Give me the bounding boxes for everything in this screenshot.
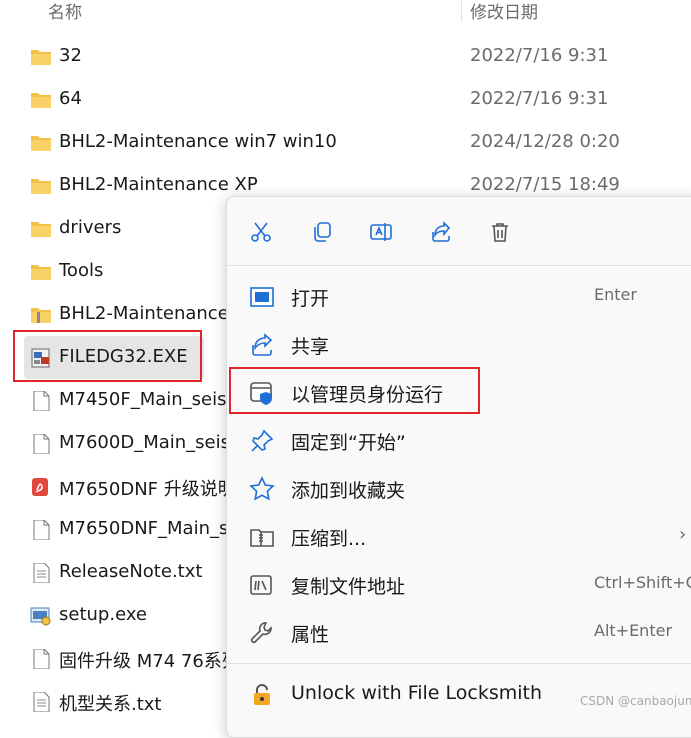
file-date: 2022/7/16 9:31 — [470, 88, 609, 109]
open-icon — [250, 287, 274, 307]
file-name: M7650DNF 升级说明 — [59, 479, 236, 500]
compress-icon — [250, 529, 274, 547]
file-name: setup.exe — [59, 604, 147, 625]
file-name: drivers — [59, 217, 122, 238]
delete-icon — [492, 223, 508, 242]
file-row[interactable]: 32 2022/7/16 9:31 — [0, 35, 691, 78]
share-button[interactable] — [424, 215, 458, 249]
annotation-box-file — [13, 330, 202, 382]
menu-shortcut: Alt+Enter — [594, 621, 673, 640]
file-date: 2022/7/15 18:49 — [470, 174, 620, 195]
menu-shortcut: Ctrl+Shift+C — [594, 573, 691, 592]
file-name: 64 — [59, 88, 82, 109]
menu-shortcut: Enter — [594, 285, 637, 304]
file-row[interactable]: BHL2-Maintenance win7 win10 2024/12/28 0… — [0, 121, 691, 164]
text-file-icon — [33, 563, 50, 583]
name-column-header[interactable]: 名称 — [48, 0, 82, 23]
cut-button[interactable] — [244, 215, 278, 249]
menu-item-add-to-favorites[interactable]: 添加到收藏夹 — [233, 466, 691, 510]
menu-item-pin-to-start[interactable]: 固定到“开始” — [233, 418, 691, 462]
menu-item-copy-path[interactable]: 复制文件地址 Ctrl+Shift+C — [233, 562, 691, 606]
column-divider[interactable] — [461, 0, 462, 22]
file-name: M7450F_Main_seis — [59, 389, 227, 410]
folder-icon — [31, 265, 51, 280]
file-name: BHL2-Maintenance XP — [59, 174, 258, 195]
chevron-right-icon: › — [679, 524, 687, 545]
menu-label: 属性 — [291, 624, 330, 646]
copy-icon — [314, 222, 331, 242]
file-date: 2024/12/28 0:20 — [470, 131, 620, 152]
folder-icon — [31, 179, 51, 194]
copy-button[interactable] — [305, 215, 339, 249]
share-icon — [432, 221, 451, 242]
copy-path-icon — [250, 575, 272, 595]
menu-item-compress-to[interactable]: 压缩到... › — [233, 514, 691, 558]
star-icon — [249, 476, 275, 501]
file-row[interactable]: 64 2022/7/16 9:31 — [0, 78, 691, 121]
zip-folder-icon — [31, 308, 51, 323]
file-name: 32 — [59, 45, 82, 66]
file-name: M7600D_Main_seis — [59, 432, 230, 453]
menu-label: 添加到收藏夹 — [291, 480, 406, 502]
menu-separator — [227, 663, 691, 664]
file-icon — [33, 434, 50, 454]
lock-icon — [254, 684, 270, 705]
cut-icon — [251, 222, 271, 242]
file-name: ReleaseNote.txt — [59, 561, 203, 582]
file-icon — [33, 520, 50, 540]
pin-icon — [251, 429, 274, 452]
file-name: M7650DNF_Main_s — [59, 518, 229, 539]
menu-separator — [227, 265, 691, 266]
menu-label: 固定到“开始” — [291, 432, 406, 454]
setup-icon — [30, 607, 51, 626]
file-name: BHL2-Maintenance — [59, 303, 229, 324]
text-file-icon — [33, 692, 50, 712]
menu-item-properties[interactable]: 属性 Alt+Enter — [233, 610, 691, 654]
menu-label: 打开 — [291, 288, 330, 310]
share-icon — [252, 333, 273, 356]
rename-icon — [370, 223, 392, 241]
file-date: 2022/7/16 9:31 — [470, 45, 609, 66]
watermark: CSDN @canbaojun — [580, 694, 691, 708]
folder-icon — [31, 136, 51, 151]
menu-label: 复制文件地址 — [291, 576, 406, 598]
menu-item-open[interactable]: 打开 Enter — [233, 274, 691, 318]
quick-action-bar — [227, 197, 691, 265]
file-name: Tools — [59, 260, 104, 281]
file-name: BHL2-Maintenance win7 win10 — [59, 131, 337, 152]
menu-label: Unlock with File Locksmith — [291, 682, 543, 704]
folder-icon — [31, 50, 51, 65]
menu-label: 共享 — [291, 336, 330, 358]
file-icon — [33, 649, 50, 669]
annotation-box-run-as-admin — [229, 367, 480, 414]
pdf-icon — [32, 478, 48, 496]
wrench-icon — [250, 622, 272, 644]
file-icon — [33, 391, 50, 411]
folder-icon — [31, 93, 51, 108]
file-name: 固件升级 M74 76系列 — [59, 651, 240, 672]
file-name: 机型关系.txt — [59, 694, 162, 715]
menu-item-share[interactable]: 共享 — [233, 322, 691, 366]
date-column-header[interactable]: 修改日期 — [470, 0, 538, 23]
folder-icon — [31, 222, 51, 237]
rename-button[interactable] — [364, 215, 398, 249]
delete-button[interactable] — [483, 215, 517, 249]
menu-label: 压缩到... — [291, 528, 367, 550]
context-menu: 打开 Enter 共享 以管理员身份运行 固定到“开始” 添加到收藏夹 压缩到.… — [226, 196, 691, 738]
